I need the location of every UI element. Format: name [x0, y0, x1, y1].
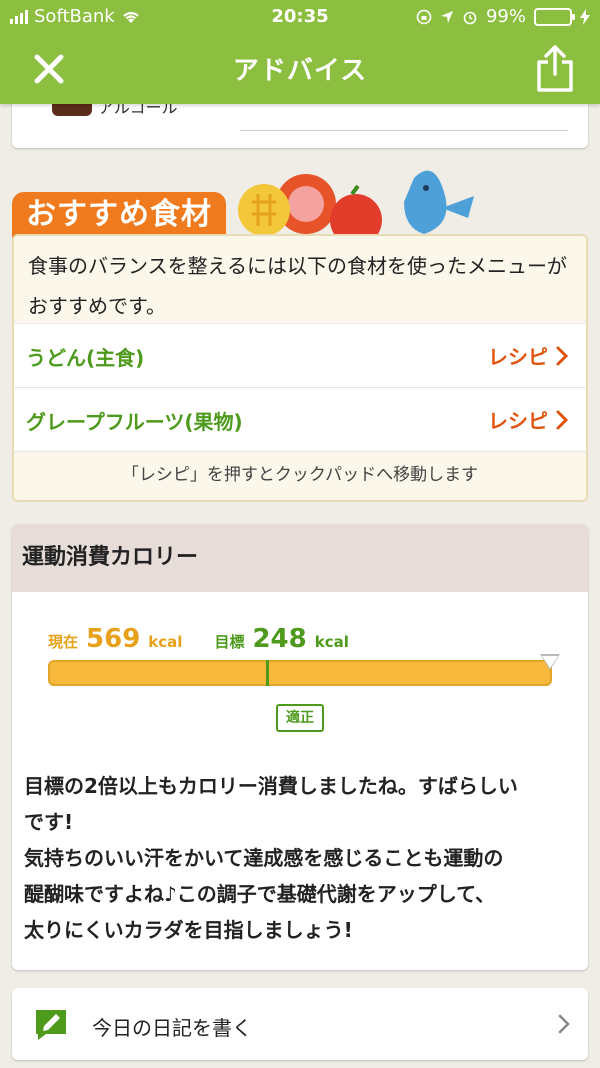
- write-diary-label: 今日の日記を書く: [92, 1016, 252, 1040]
- divider: [240, 130, 568, 131]
- food-row-udon[interactable]: うどん(主食) レシピ: [14, 324, 586, 388]
- message-line: 醍醐味ですよね♪この調子で基礎代謝をアップして、: [24, 882, 496, 906]
- battery-icon: [534, 7, 575, 26]
- page-title: アドバイス: [232, 56, 368, 86]
- alarm-icon: [463, 11, 477, 24]
- message-line: 太りにくいカラダを目指しましょう!: [24, 918, 353, 942]
- orientation-lock-icon: [416, 9, 432, 24]
- current-unit: kcal: [148, 633, 183, 651]
- recipe-link[interactable]: レシピ: [488, 405, 568, 434]
- recipe-link[interactable]: レシピ: [488, 341, 568, 370]
- write-diary-button[interactable]: 今日の日記を書く: [12, 988, 588, 1060]
- recommended-intro: 食事のバランスを整えるには以下の食材を使ったメニューがおすすめです。: [14, 236, 586, 324]
- recommended-header: おすすめ食材: [10, 158, 590, 238]
- share-icon[interactable]: [532, 44, 578, 94]
- status-right: 99%: [416, 6, 590, 27]
- exercise-calories-card: 運動消費カロリー 現在 569 kcal 目標 248 kcal 適正 目標の2…: [12, 524, 588, 970]
- goal-marker: [266, 660, 269, 686]
- food-illustration: [238, 170, 474, 238]
- chevron-right-icon: [556, 410, 568, 429]
- message-line: 目標の2倍以上もカロリー消費しましたね。すばらしい: [24, 774, 518, 798]
- top-bar: SoftBank 20:35 99% アドバイス: [0, 0, 600, 104]
- location-icon: [440, 10, 453, 23]
- battery-percent: 99%: [485, 6, 526, 27]
- exercise-stats: 現在 569 kcal 目標 248 kcal: [48, 624, 373, 654]
- calorie-progress-bar: [48, 660, 552, 686]
- chevron-right-icon: [556, 346, 568, 365]
- exercise-title: 運動消費カロリー: [12, 524, 588, 592]
- goal-label: 目標: [214, 633, 245, 651]
- goal-unit: kcal: [314, 633, 349, 651]
- current-value: 569: [86, 624, 141, 654]
- status-bar: SoftBank 20:35 99%: [0, 0, 600, 34]
- recipe-label: レシピ: [488, 345, 548, 369]
- food-name: うどん(主食): [26, 346, 145, 370]
- food-row-grapefruit[interactable]: グレープフルーツ(果物) レシピ: [14, 388, 586, 452]
- status-badge: 適正: [276, 704, 324, 732]
- recipe-label: レシピ: [488, 409, 548, 433]
- charging-icon: [580, 8, 590, 25]
- pencil-note-icon: [36, 1010, 66, 1040]
- current-label: 現在: [48, 633, 79, 651]
- exercise-message: 目標の2倍以上もカロリー消費しましたね。すばらしい です! 気持ちのいい汗をかい…: [24, 768, 574, 948]
- navigation-bar: アドバイス: [0, 34, 600, 104]
- food-name: グレープフルーツ(果物): [26, 410, 243, 434]
- message-line: です!: [24, 810, 74, 834]
- chevron-right-icon: [558, 1014, 570, 1034]
- goal-value: 248: [252, 624, 307, 654]
- recommended-card: 食事のバランスを整えるには以下の食材を使ったメニューがおすすめです。 うどん(主…: [12, 234, 588, 502]
- message-line: 気持ちのいい汗をかいて達成感を感じることも運動の: [24, 846, 504, 870]
- recommended-title: おすすめ食材: [12, 192, 226, 238]
- recipe-note: 「レシピ」を押すとクックパッドへ移動します: [14, 452, 586, 500]
